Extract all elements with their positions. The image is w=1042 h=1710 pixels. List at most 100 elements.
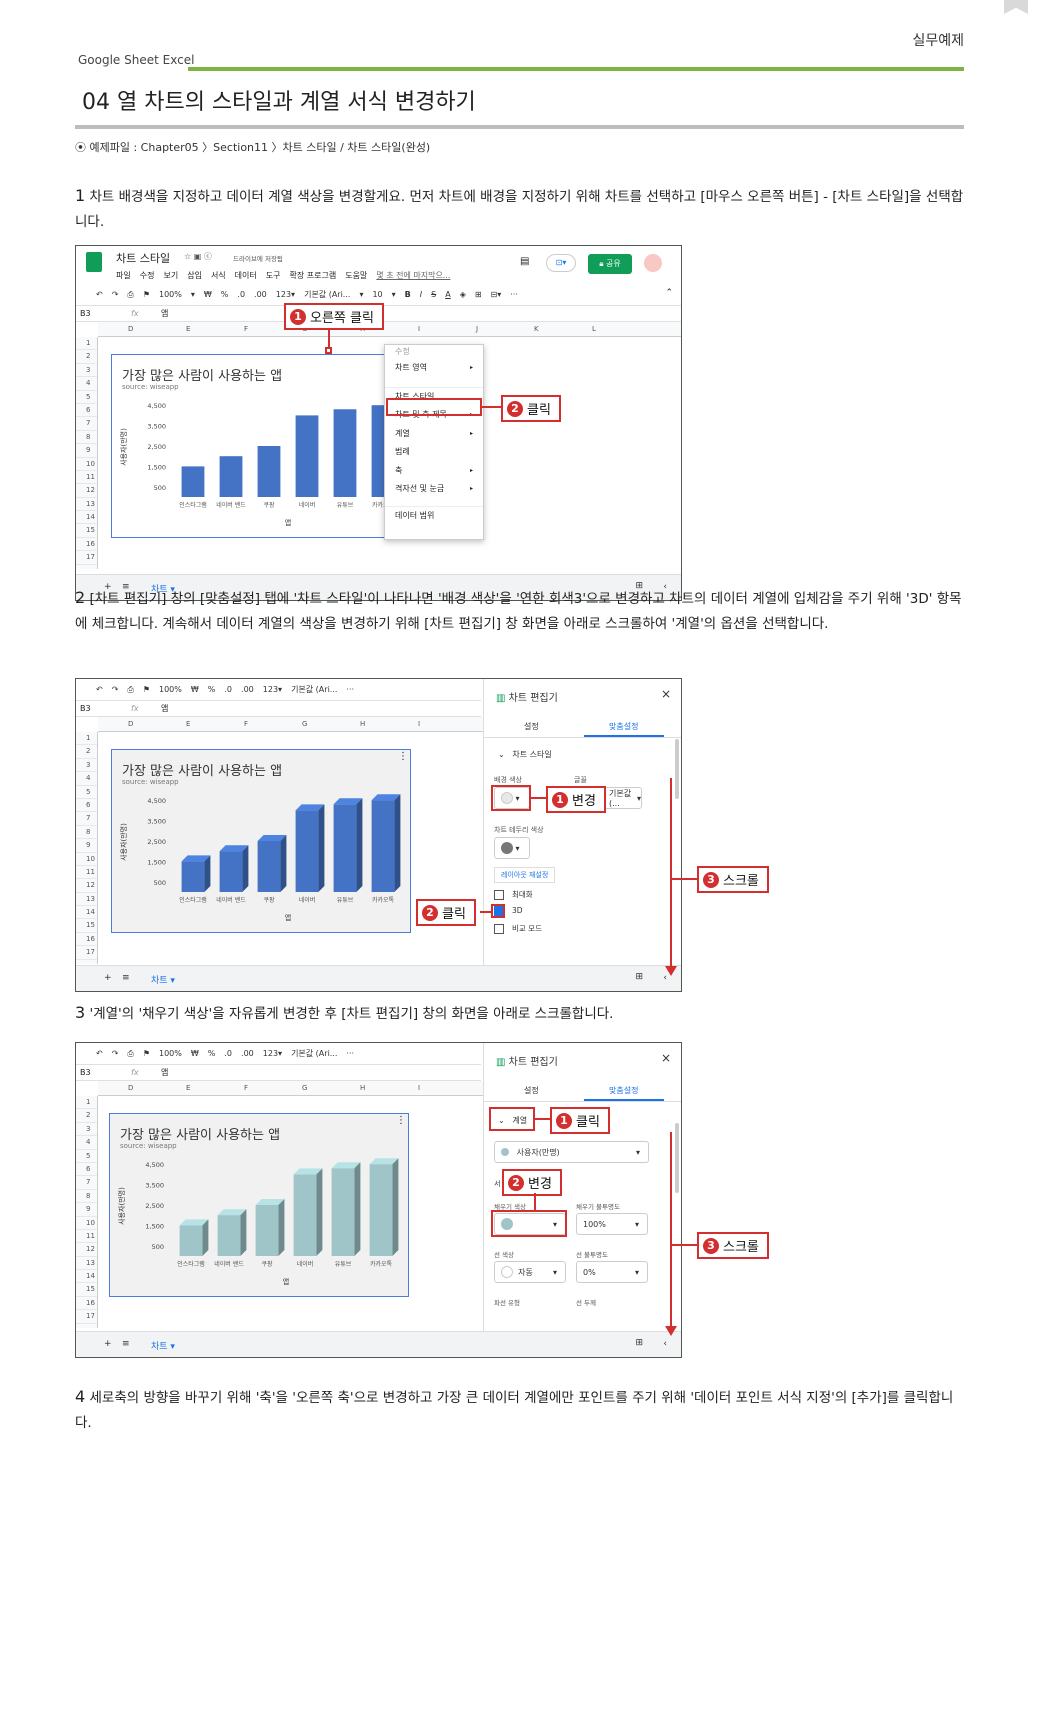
print-icon[interactable]: ⎙ <box>127 290 133 300</box>
row-header[interactable]: 3 <box>76 1123 97 1137</box>
tab-customize[interactable]: 맞춤설정 <box>609 721 638 732</box>
row-header[interactable]: 11 <box>76 471 97 485</box>
row-header[interactable]: 2 <box>76 1109 97 1123</box>
row-header[interactable]: 15 <box>76 524 97 538</box>
menu-tools[interactable]: 도구 <box>266 270 281 281</box>
row-header[interactable]: 12 <box>76 484 97 498</box>
row-header[interactable]: 1 <box>76 337 97 351</box>
name-box[interactable]: B3 <box>76 1068 131 1077</box>
row-header[interactable]: 4 <box>76 772 97 786</box>
row-header[interactable]: 7 <box>76 1176 97 1190</box>
menu-format[interactable]: 서식 <box>211 270 226 281</box>
row-header[interactable]: 12 <box>76 879 97 893</box>
tab-customize[interactable]: 맞춤설정 <box>609 1085 638 1096</box>
row-header[interactable]: 13 <box>76 1257 97 1271</box>
row-header[interactable]: 9 <box>76 444 97 458</box>
undo-icon[interactable]: ↶ <box>96 685 103 694</box>
row-header[interactable]: 14 <box>76 1270 97 1284</box>
name-box[interactable]: B3 <box>76 704 131 713</box>
sheet-tab[interactable]: 차트 ▾ <box>151 1339 175 1352</box>
font-select[interactable]: 기본값 (Ari... <box>291 684 337 695</box>
decrease-decimal-button[interactable]: .0 <box>224 1049 232 1058</box>
row-header[interactable]: 1 <box>76 1096 97 1110</box>
increase-decimal-button[interactable]: .00 <box>241 685 254 694</box>
row-header[interactable]: 4 <box>76 1136 97 1150</box>
section-chart-style[interactable]: ⌄ 차트 스타일 <box>498 749 552 760</box>
chart-menu-icon[interactable]: ⋮ <box>398 751 408 762</box>
chart-menu-icon[interactable]: ⋮ <box>396 1115 406 1126</box>
print-icon[interactable]: ⎙ <box>127 1049 133 1059</box>
series-select[interactable]: 사용자(만명) ▾ <box>494 1141 649 1163</box>
row-header[interactable]: 7 <box>76 812 97 826</box>
bold-button[interactable]: B <box>405 290 411 299</box>
paint-format-icon[interactable]: ⚑ <box>143 290 150 299</box>
formula-input[interactable]: 앱 <box>161 1067 168 1078</box>
row-header[interactable]: 13 <box>76 498 97 512</box>
row-header[interactable]: 6 <box>76 404 97 418</box>
border-color-select[interactable]: ▾ <box>494 837 530 859</box>
row-header[interactable]: 6 <box>76 799 97 813</box>
row-header[interactable]: 4 <box>76 377 97 391</box>
percent-button[interactable]: % <box>208 685 216 694</box>
tab-setup[interactable]: 설정 <box>524 721 539 732</box>
percent-button[interactable]: % <box>221 290 229 299</box>
row-header[interactable]: 2 <box>76 745 97 759</box>
number-format-button[interactable]: 123▾ <box>263 685 282 694</box>
decrease-decimal-button[interactable]: .0 <box>224 685 232 694</box>
avatar[interactable] <box>644 254 662 272</box>
strike-button[interactable]: S <box>431 290 436 299</box>
zoom-select[interactable]: 100% <box>159 290 182 299</box>
row-header[interactable]: 11 <box>76 866 97 880</box>
more-icon[interactable]: ··· <box>510 290 518 299</box>
row-header[interactable]: 5 <box>76 391 97 404</box>
menu-view[interactable]: 보기 <box>163 270 178 281</box>
font-select[interactable]: 기본값 (Ari... <box>304 289 350 300</box>
menu-insert[interactable]: 삽입 <box>187 270 202 281</box>
merge-icon[interactable]: ⊟▾ <box>491 290 502 299</box>
currency-button[interactable]: ₩ <box>191 1049 199 1058</box>
sheet-tab[interactable]: 차트 ▾ <box>151 973 175 986</box>
redo-icon[interactable]: ↷ <box>112 290 119 299</box>
doc-title[interactable]: 차트 스타일 <box>116 250 170 266</box>
row-header[interactable]: 6 <box>76 1163 97 1177</box>
text-color-button[interactable]: A <box>445 290 450 299</box>
add-sheet-icon[interactable]: + <box>104 973 112 983</box>
font-size-select[interactable]: 10 <box>372 290 382 299</box>
row-header[interactable]: 15 <box>76 1283 97 1297</box>
row-header[interactable]: 10 <box>76 1217 97 1230</box>
font-select[interactable]: 기본값(... ▾ <box>602 787 642 809</box>
row-header[interactable]: 8 <box>76 1190 97 1204</box>
row-header[interactable]: 13 <box>76 893 97 907</box>
row-header[interactable]: 17 <box>76 946 97 960</box>
row-header[interactable]: 14 <box>76 511 97 525</box>
formula-input[interactable]: 앱 <box>161 308 168 319</box>
last-edit-link[interactable]: 몇 초 전에 마지막으... <box>376 270 450 281</box>
collapse-side-icon[interactable]: ‹ <box>663 1339 667 1349</box>
panel-scrollbar[interactable] <box>675 739 679 799</box>
more-icon[interactable]: ··· <box>346 685 354 694</box>
tab-setup[interactable]: 설정 <box>524 1085 539 1096</box>
fill-opacity-select[interactable]: 100% ▾ <box>576 1213 648 1235</box>
decrease-decimal-button[interactable]: .0 <box>237 290 245 299</box>
menu-help[interactable]: 도움말 <box>345 270 367 281</box>
row-header[interactable]: 8 <box>76 826 97 840</box>
comment-icon[interactable]: ▤ <box>520 256 529 267</box>
compare-option[interactable]: 비교 모드 <box>494 923 542 934</box>
menu-axis[interactable]: 축 ▸ <box>385 462 483 481</box>
row-header[interactable]: 5 <box>76 786 97 799</box>
close-icon[interactable]: × <box>661 687 671 701</box>
increase-decimal-button[interactable]: .00 <box>241 1049 254 1058</box>
explore-icon[interactable]: ⊞ <box>635 1338 643 1348</box>
row-header[interactable]: 10 <box>76 458 97 471</box>
row-header[interactable]: 15 <box>76 919 97 933</box>
menu-chart-area[interactable]: 차트 영역 ▸ <box>385 359 483 378</box>
row-header[interactable]: 3 <box>76 364 97 378</box>
undo-icon[interactable]: ↶ <box>96 1049 103 1058</box>
row-header[interactable]: 17 <box>76 1310 97 1324</box>
row-header[interactable]: 17 <box>76 551 97 565</box>
share-button[interactable]: 🔒︎ 공유 <box>588 254 632 274</box>
name-box[interactable]: B3 <box>76 309 131 318</box>
menu-series[interactable]: 계열 ▸ <box>385 425 483 444</box>
paint-format-icon[interactable]: ⚑ <box>143 685 150 694</box>
increase-decimal-button[interactable]: .00 <box>254 290 267 299</box>
